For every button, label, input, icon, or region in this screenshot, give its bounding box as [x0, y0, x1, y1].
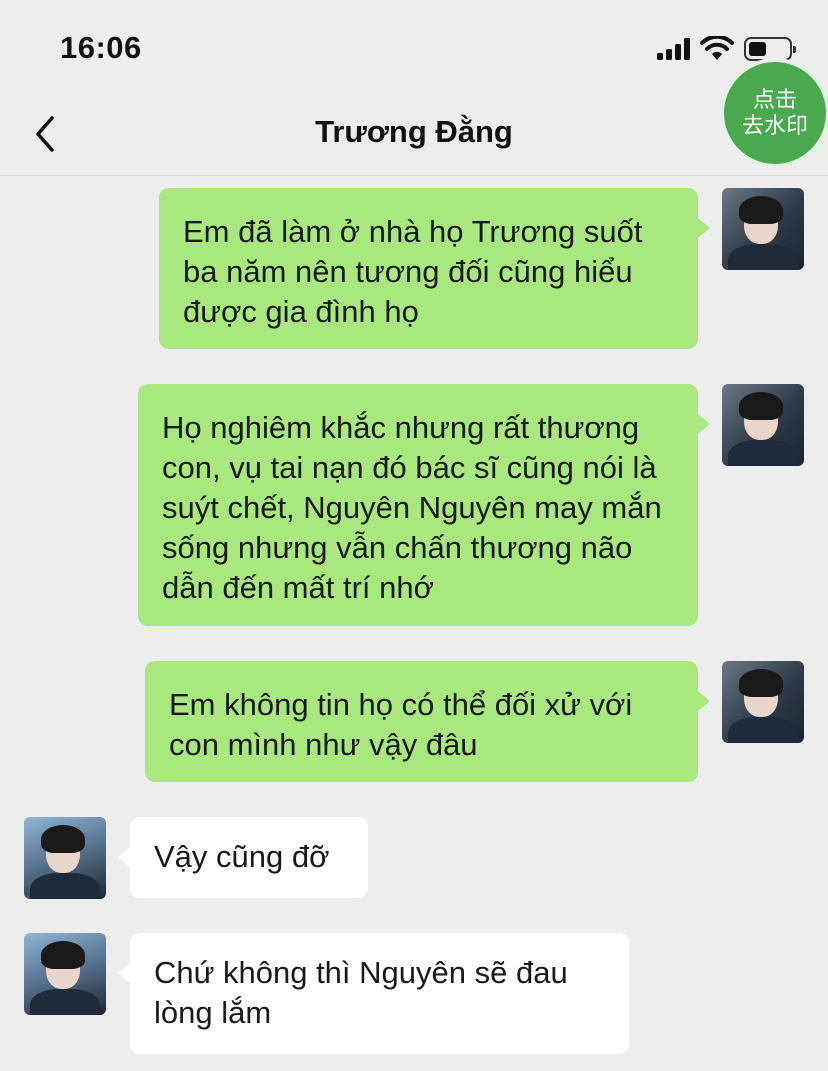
message-bubble[interactable]: Em không tin họ có thể đối xử với con mì…: [145, 661, 710, 782]
avatar-contact[interactable]: [24, 933, 106, 1015]
message-bubble[interactable]: Em đã làm ở nhà họ Trương suốt ba năm nê…: [159, 188, 710, 349]
nav-bar: Trương Đằng: [0, 96, 828, 176]
status-bar: 16:06: [0, 0, 828, 96]
avatar-contact[interactable]: [24, 817, 106, 899]
avatar-self[interactable]: [722, 384, 804, 466]
remove-watermark-button[interactable]: 点击 去水印: [720, 58, 828, 168]
message-bubble[interactable]: Họ nghiêm khắc nhưng rất thương con, vụ …: [138, 384, 710, 626]
message-bubble[interactable]: Chứ không thì Nguyên sẽ đau lòng lắm: [118, 933, 629, 1054]
message-text: Em không tin họ có thể đối xử với con mì…: [169, 687, 633, 762]
message-text: Chứ không thì Nguyên sẽ đau lòng lắm: [154, 955, 568, 1030]
status-time: 16:06: [60, 30, 142, 65]
cellular-signal-icon: [657, 38, 690, 60]
message-text: Em đã làm ở nhà họ Trương suốt ba năm nê…: [183, 214, 643, 329]
avatar-self[interactable]: [722, 188, 804, 270]
chat-title: Trương Đằng: [315, 114, 513, 149]
wifi-icon: [700, 36, 734, 60]
message-text: Họ nghiêm khắc nhưng rất thương con, vụ …: [162, 410, 662, 605]
message-text: Vậy cũng đỡ: [154, 839, 330, 874]
message-bubble[interactable]: Vậy cũng đỡ: [118, 817, 368, 898]
avatar-self[interactable]: [722, 661, 804, 743]
watermark-button-line-2: 去水印: [741, 113, 808, 138]
watermark-button-line-1: 点击: [752, 87, 797, 112]
